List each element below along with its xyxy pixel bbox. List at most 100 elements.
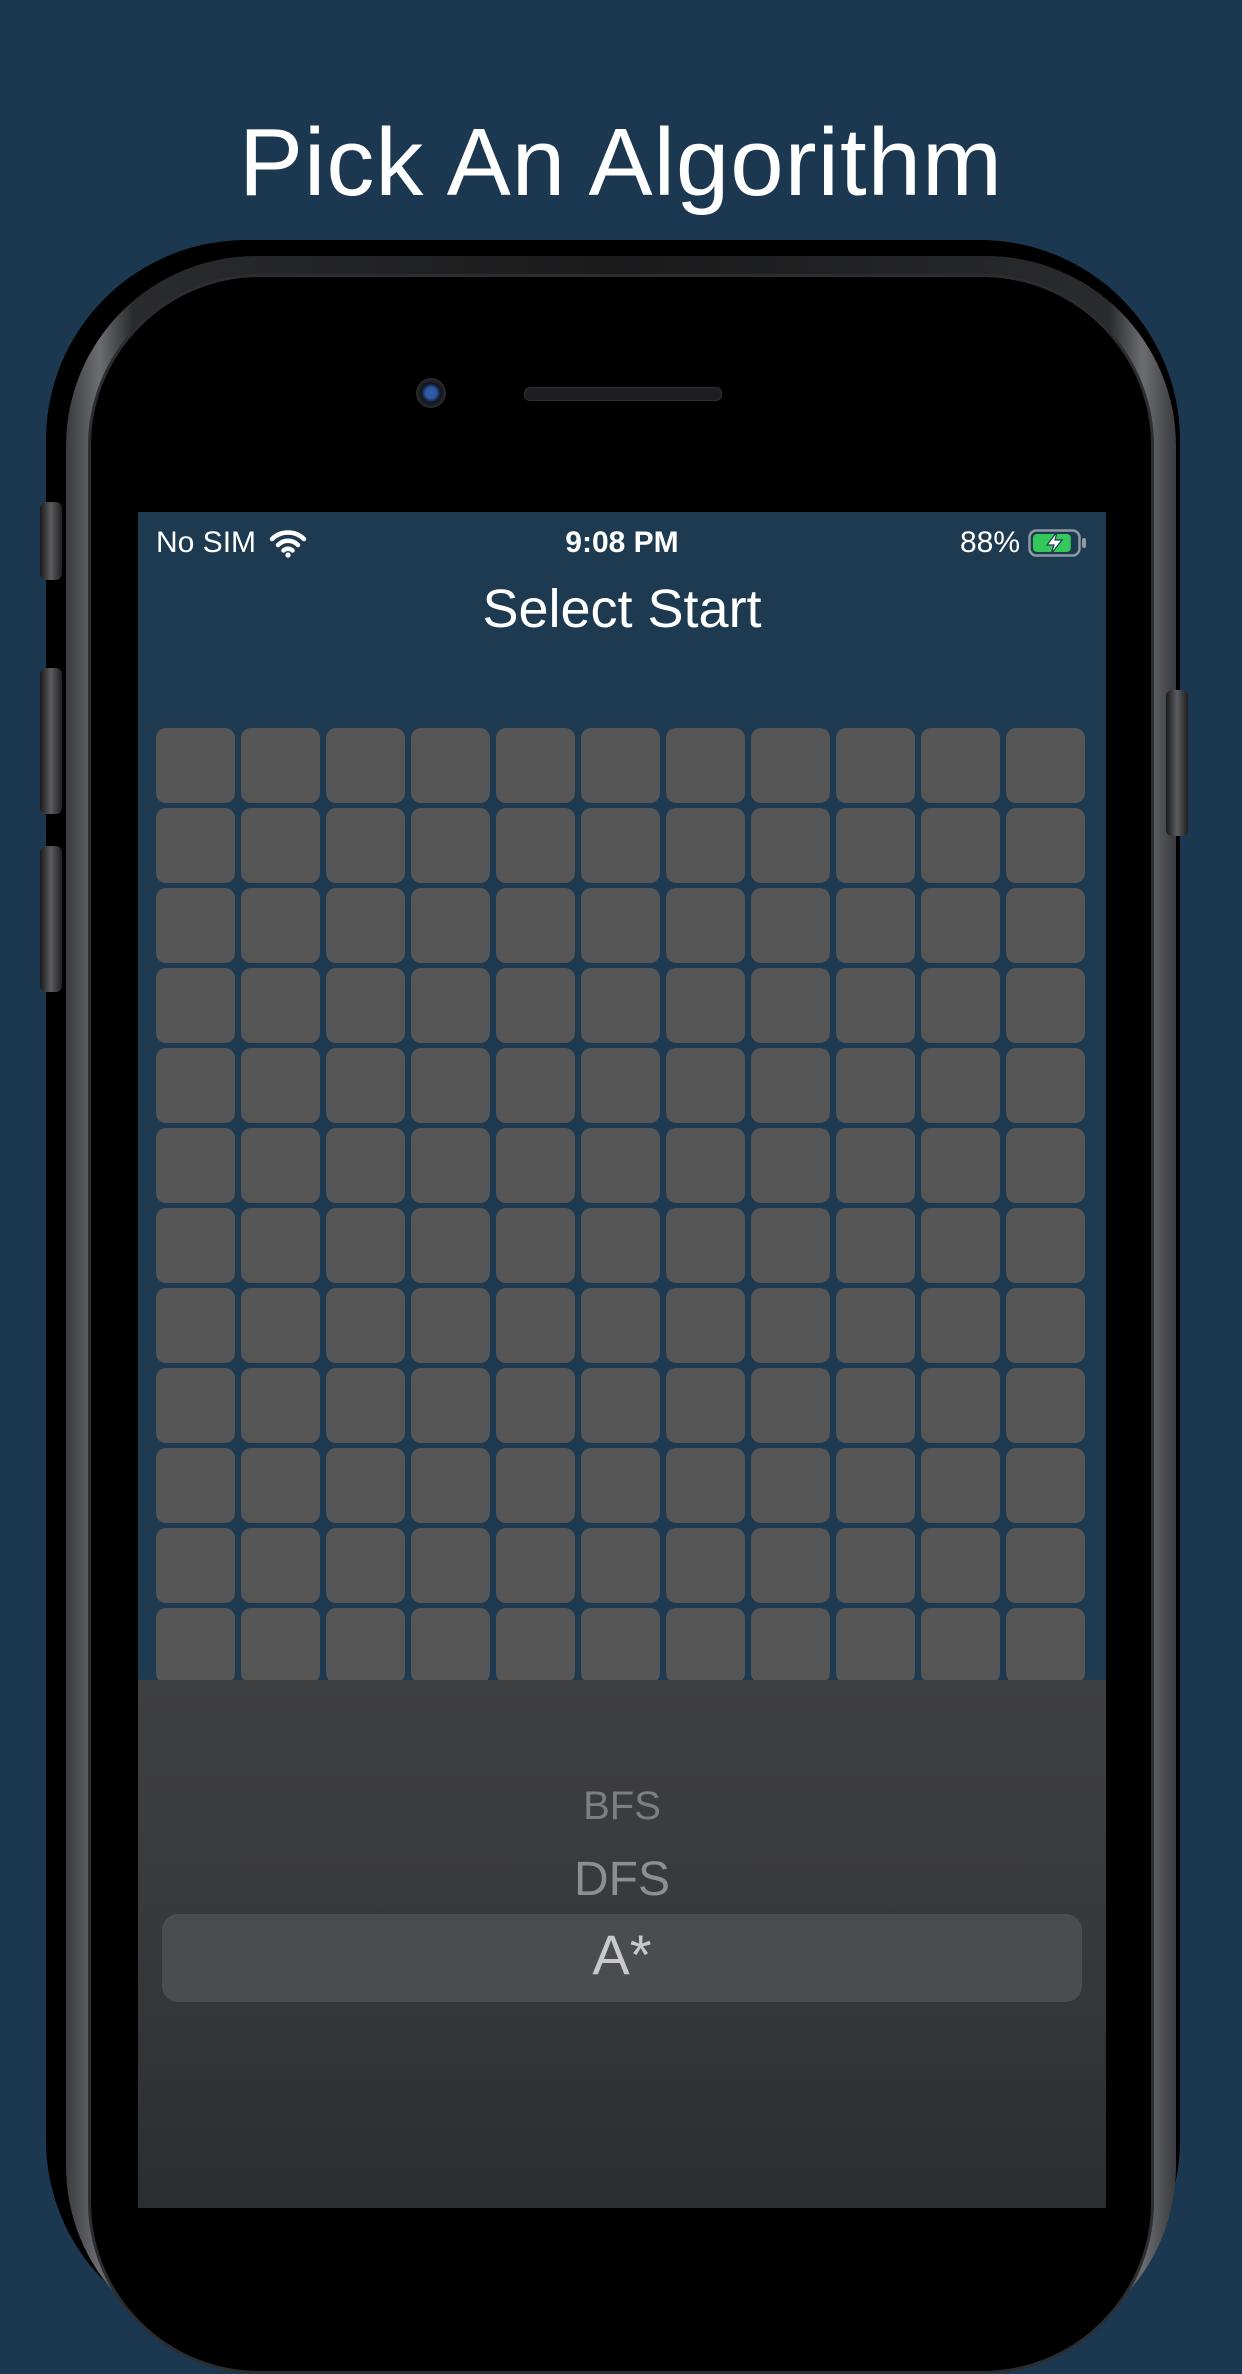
picker-option-dfs[interactable]: DFS	[138, 1852, 1106, 1907]
grid-cell[interactable]	[836, 1448, 915, 1523]
grid-cell[interactable]	[836, 1208, 915, 1283]
grid-cell[interactable]	[156, 1368, 235, 1443]
grid-cell[interactable]	[921, 1288, 1000, 1363]
grid-cell[interactable]	[666, 1208, 745, 1283]
grid-cell[interactable]	[751, 1528, 830, 1603]
grid-cell[interactable]	[496, 1528, 575, 1603]
grid-cell[interactable]	[496, 1288, 575, 1363]
grid-cell[interactable]	[751, 1208, 830, 1283]
grid-cell[interactable]	[921, 1528, 1000, 1603]
grid-cell[interactable]	[1006, 1368, 1085, 1443]
grid-cell[interactable]	[411, 1128, 490, 1203]
grid-cell[interactable]	[156, 888, 235, 963]
grid-cell[interactable]	[666, 968, 745, 1043]
grid-cell[interactable]	[836, 888, 915, 963]
grid-cell[interactable]	[666, 1368, 745, 1443]
grid-cell[interactable]	[836, 1608, 915, 1683]
grid-cell[interactable]	[411, 1208, 490, 1283]
grid-cell[interactable]	[156, 1608, 235, 1683]
grid-cell[interactable]	[411, 1048, 490, 1123]
grid-cell[interactable]	[1006, 1128, 1085, 1203]
grid-cell[interactable]	[751, 888, 830, 963]
grid-cell[interactable]	[921, 1608, 1000, 1683]
grid-cell[interactable]	[156, 968, 235, 1043]
grid-cell[interactable]	[751, 1608, 830, 1683]
grid-cell[interactable]	[666, 1608, 745, 1683]
grid-cell[interactable]	[411, 968, 490, 1043]
grid-cell[interactable]	[666, 1448, 745, 1523]
grid-cell[interactable]	[241, 1048, 320, 1123]
grid-cell[interactable]	[836, 728, 915, 803]
algorithm-picker[interactable]: BFS DFS A*	[138, 1680, 1106, 2208]
grid-cell[interactable]	[1006, 1288, 1085, 1363]
grid-cell[interactable]	[666, 808, 745, 883]
grid-cell[interactable]	[411, 808, 490, 883]
grid-cell[interactable]	[156, 1288, 235, 1363]
grid-cell[interactable]	[326, 1288, 405, 1363]
grid-cell[interactable]	[921, 1448, 1000, 1523]
grid-cell[interactable]	[921, 968, 1000, 1043]
grid-cell[interactable]	[581, 1288, 660, 1363]
grid-cell[interactable]	[581, 728, 660, 803]
grid-cell[interactable]	[921, 808, 1000, 883]
grid-cell[interactable]	[1006, 728, 1085, 803]
grid-cell[interactable]	[921, 1368, 1000, 1443]
grid-cell[interactable]	[241, 1448, 320, 1523]
grid-cell[interactable]	[496, 1128, 575, 1203]
grid-cell[interactable]	[751, 1128, 830, 1203]
grid-cell[interactable]	[751, 1288, 830, 1363]
grid-cell[interactable]	[326, 1208, 405, 1283]
grid-cell[interactable]	[1006, 1048, 1085, 1123]
grid-cell[interactable]	[581, 888, 660, 963]
grid-cell[interactable]	[326, 968, 405, 1043]
grid-cell[interactable]	[921, 1208, 1000, 1283]
grid-cell[interactable]	[496, 1448, 575, 1523]
grid-cell[interactable]	[241, 968, 320, 1043]
grid-cell[interactable]	[496, 888, 575, 963]
grid-cell[interactable]	[921, 728, 1000, 803]
grid-cell[interactable]	[411, 1528, 490, 1603]
grid-cell[interactable]	[666, 888, 745, 963]
grid-cell[interactable]	[326, 1608, 405, 1683]
grid-cell[interactable]	[836, 808, 915, 883]
grid-cell[interactable]	[326, 1448, 405, 1523]
grid-cell[interactable]	[241, 1368, 320, 1443]
grid-cell[interactable]	[581, 968, 660, 1043]
grid-cell[interactable]	[581, 1528, 660, 1603]
grid-cell[interactable]	[1006, 1528, 1085, 1603]
grid-cell[interactable]	[751, 1048, 830, 1123]
grid-cell[interactable]	[836, 968, 915, 1043]
grid-cell[interactable]	[241, 1208, 320, 1283]
grid-cell[interactable]	[581, 1208, 660, 1283]
grid-cell[interactable]	[156, 808, 235, 883]
grid-cell[interactable]	[156, 1208, 235, 1283]
grid-cell[interactable]	[751, 808, 830, 883]
grid-cell[interactable]	[751, 728, 830, 803]
grid-cell[interactable]	[156, 1528, 235, 1603]
grid-cell[interactable]	[921, 1048, 1000, 1123]
grid-cell[interactable]	[836, 1048, 915, 1123]
grid-cell[interactable]	[411, 728, 490, 803]
grid-cell[interactable]	[1006, 1448, 1085, 1523]
grid-cell[interactable]	[751, 1368, 830, 1443]
grid-cell[interactable]	[241, 1288, 320, 1363]
grid-cell[interactable]	[326, 1128, 405, 1203]
grid-cell[interactable]	[326, 808, 405, 883]
grid-cell[interactable]	[921, 888, 1000, 963]
grid-cell[interactable]	[326, 1048, 405, 1123]
grid-cell[interactable]	[496, 1208, 575, 1283]
grid-cell[interactable]	[1006, 1208, 1085, 1283]
grid-cell[interactable]	[241, 1608, 320, 1683]
grid-cell[interactable]	[1006, 888, 1085, 963]
grid-cell[interactable]	[581, 1048, 660, 1123]
grid-cell[interactable]	[666, 1528, 745, 1603]
grid-cell[interactable]	[496, 1048, 575, 1123]
grid-cell[interactable]	[581, 808, 660, 883]
grid-cell[interactable]	[496, 1608, 575, 1683]
grid-cell[interactable]	[411, 1288, 490, 1363]
grid-cell[interactable]	[411, 1448, 490, 1523]
grid-cell[interactable]	[156, 1448, 235, 1523]
grid-cell[interactable]	[326, 1528, 405, 1603]
grid-cell[interactable]	[411, 888, 490, 963]
grid-cell[interactable]	[836, 1288, 915, 1363]
